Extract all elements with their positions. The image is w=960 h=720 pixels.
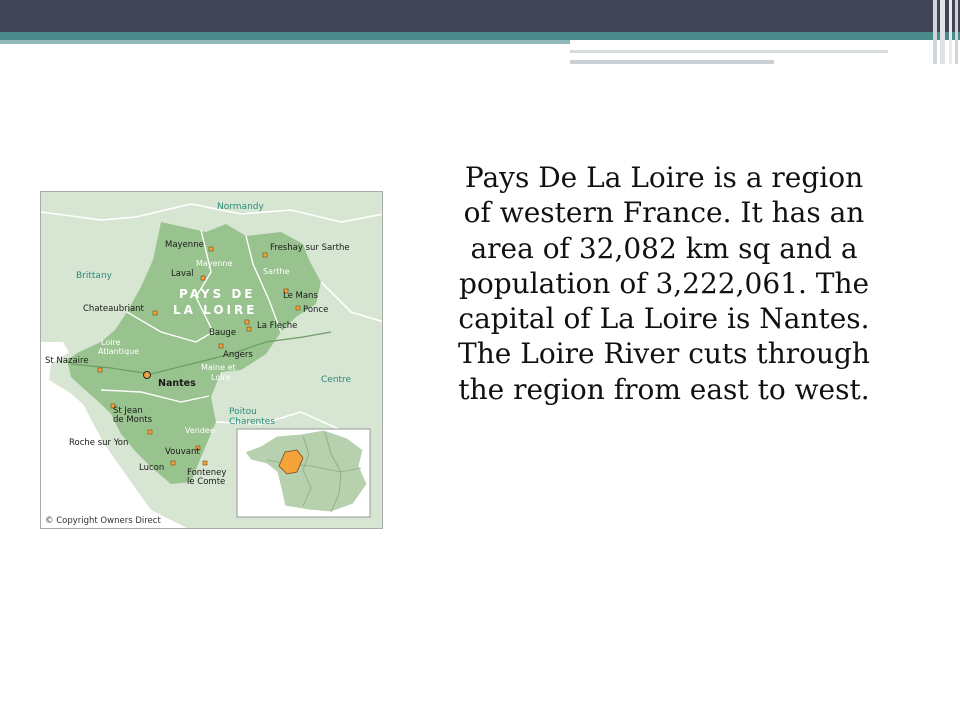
department-label: Maine et	[201, 363, 236, 372]
town-marker	[208, 246, 214, 252]
town-marker	[262, 252, 268, 258]
capital-marker	[143, 371, 151, 379]
department-label: Mayenne	[196, 259, 233, 268]
town-label: Angers	[223, 350, 253, 360]
town-marker	[147, 429, 153, 435]
department-label: Vendee	[185, 426, 215, 435]
region-label: Centre	[321, 375, 352, 385]
town-label: Bauge	[209, 328, 236, 338]
decor-line	[570, 60, 774, 64]
region-label: Charentes	[229, 417, 275, 427]
decor-corner	[949, 0, 952, 64]
slide-body-text: Pays De La Loire is a region of western …	[458, 161, 870, 406]
town-marker	[295, 305, 301, 311]
region-label: Brittany	[76, 271, 113, 281]
region-label: Poitou	[229, 407, 257, 417]
town-marker	[246, 326, 252, 332]
town-label: Vouvant	[165, 447, 200, 457]
town-label: Chateaubriant	[83, 304, 145, 314]
decor-corner	[955, 0, 958, 64]
town-marker	[218, 343, 224, 349]
department-label: Loire	[211, 373, 231, 382]
region-title: LA LOIRE	[173, 303, 257, 317]
title-bar	[0, 0, 960, 32]
department-label: Loire	[101, 338, 121, 347]
region-title: PAYS DE	[179, 287, 256, 301]
capital-label: Nantes	[158, 378, 196, 389]
town-marker	[152, 310, 158, 316]
town-label: Mayenne	[165, 240, 204, 250]
region-map: Normandy Brittany Centre Poitou Charente…	[40, 191, 383, 529]
map-svg: Normandy Brittany Centre Poitou Charente…	[41, 192, 382, 528]
decor-line	[570, 50, 888, 53]
inset-map	[236, 428, 371, 518]
town-label: Roche sur Yon	[69, 438, 128, 448]
accent-stripe-light	[0, 40, 570, 44]
decor-corner	[940, 0, 945, 64]
town-label: Lucon	[139, 463, 164, 473]
town-label: le Comte	[187, 477, 225, 487]
department-label: Atlantique	[98, 347, 139, 356]
town-label: de Monts	[113, 415, 153, 425]
accent-stripe	[0, 32, 960, 40]
department-label: Sarthe	[263, 267, 289, 276]
town-label: St Nazaire	[45, 356, 89, 366]
town-label: Le Mans	[283, 291, 318, 301]
town-label: Laval	[171, 269, 194, 279]
town-label: La Fleche	[257, 321, 297, 331]
decor-corner	[933, 0, 937, 64]
town-marker	[200, 275, 206, 281]
town-label: Ponce	[303, 305, 328, 315]
region-label: Normandy	[217, 202, 264, 212]
town-marker	[170, 460, 176, 466]
copyright-text: © Copyright Owners Direct	[45, 516, 161, 526]
town-marker	[244, 319, 250, 325]
town-label: Freshay sur Sarthe	[270, 243, 350, 253]
town-marker	[97, 367, 103, 373]
town-marker	[202, 460, 208, 466]
